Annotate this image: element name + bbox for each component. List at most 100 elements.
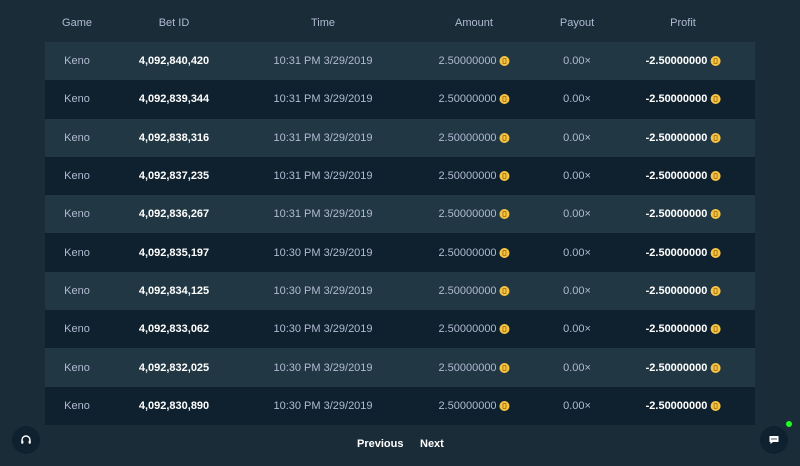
cell-bet-id[interactable]: 4,092,836,267 xyxy=(139,208,209,220)
cell-amount: 2.50000000 xyxy=(438,208,510,221)
cell-profit: -2.50000000 xyxy=(646,285,721,297)
next-page-button[interactable]: Next xyxy=(420,438,444,450)
table-row: Keno 4,092,838,316 10:31 PM 3/29/2019 2.500… xyxy=(45,118,755,157)
cell-profit: -2.50000000 xyxy=(646,93,721,105)
cell-bet-id-text[interactable]: 4,092,834,125 xyxy=(139,285,209,297)
cell-bet-id[interactable]: 4,092,830,890 xyxy=(139,400,209,412)
cell-bet-id-text[interactable]: 4,092,832,025 xyxy=(139,362,209,374)
cell-profit: -2.50000000 xyxy=(646,208,721,220)
table-row: Keno 4,092,834,125 10:30 PM 3/29/2019 2.500… xyxy=(45,271,755,311)
cell-time-text: 10:31 PM 3/29/2019 xyxy=(273,170,373,183)
cell-time-text: 10:31 PM 3/29/2019 xyxy=(273,55,373,68)
cell-bet-id[interactable]: 4,092,838,316 xyxy=(139,132,209,144)
header-profit: Profit xyxy=(670,17,696,29)
cell-payout-text: 0.00× xyxy=(563,284,591,297)
coin-icon xyxy=(499,209,510,220)
cell-bet-id-text[interactable]: 4,092,838,316 xyxy=(139,132,209,144)
cell-amount: 2.50000000 xyxy=(438,323,510,335)
header-time: Time xyxy=(310,17,336,29)
cell-game: Keno xyxy=(64,362,90,374)
table-row: Keno 4,092,830,890 10:30 PM 3/29/2019 2.500… xyxy=(45,386,755,425)
coin-icon xyxy=(499,171,510,182)
cell-profit: -2.50000000 xyxy=(646,362,721,374)
coin-icon xyxy=(710,247,721,258)
cell-bet-id-text[interactable]: 4,092,833,062 xyxy=(139,323,209,335)
cell-amount: 2.50000000 xyxy=(438,93,510,105)
cell-payout: 0.00× xyxy=(563,132,591,144)
cell-profit: -2.50000000 xyxy=(646,170,721,182)
cell-game: Keno xyxy=(64,323,90,335)
cell-game: Keno xyxy=(64,285,90,297)
support-button[interactable] xyxy=(12,426,40,454)
cell-bet-id[interactable]: 4,092,837,235 xyxy=(139,170,209,182)
cell-bet-id[interactable]: 4,092,840,420 xyxy=(139,55,209,67)
cell-game-text: Keno xyxy=(64,284,90,297)
coin-icon xyxy=(710,285,721,296)
cell-bet-id-text[interactable]: 4,092,835,197 xyxy=(139,247,209,259)
table-body: Keno 4,092,840,420 10:31 PM 3/29/2019 2.500… xyxy=(45,42,755,425)
cell-amount-text: 2.50000000 xyxy=(438,208,497,221)
cell-amount: 2.50000000 xyxy=(438,247,510,259)
cell-bet-id[interactable]: 4,092,834,125 xyxy=(139,285,209,297)
coin-icon xyxy=(710,362,721,373)
table-row: Keno 4,092,839,344 10:31 PM 3/29/2019 2.500… xyxy=(45,80,755,119)
bets-page: Game Bet ID Time Amount Payout Profit Ke… xyxy=(0,0,800,466)
cell-payout-text: 0.00× xyxy=(563,208,591,221)
cell-payout: 0.00× xyxy=(563,55,591,67)
previous-page-button[interactable]: Previous xyxy=(357,438,403,450)
coin-icon xyxy=(499,247,510,258)
coin-icon xyxy=(499,362,510,373)
header-amount: Amount xyxy=(455,17,493,29)
cell-profit: -2.50000000 xyxy=(646,400,721,412)
cell-game-text: Keno xyxy=(64,170,90,183)
cell-amount: 2.50000000 xyxy=(438,285,510,297)
cell-time: 10:31 PM 3/29/2019 xyxy=(273,208,372,220)
cell-game-text: Keno xyxy=(64,93,90,106)
cell-profit-text: -2.50000000 xyxy=(645,323,708,336)
cell-payout-text: 0.00× xyxy=(563,170,591,183)
cell-bet-id-text[interactable]: 4,092,840,420 xyxy=(139,55,209,67)
chat-button[interactable] xyxy=(760,426,788,454)
cell-bet-id[interactable]: 4,092,839,344 xyxy=(139,93,209,105)
cell-amount: 2.50000000 xyxy=(438,170,510,182)
cell-time-text: 10:30 PM 3/29/2019 xyxy=(273,399,373,412)
cell-time-text: 10:30 PM 3/29/2019 xyxy=(273,361,373,374)
cell-amount: 2.50000000 xyxy=(438,132,510,144)
cell-time-text: 10:30 PM 3/29/2019 xyxy=(273,323,373,336)
cell-bet-id[interactable]: 4,092,832,025 xyxy=(139,362,209,374)
table-row: Keno 4,092,833,062 10:30 PM 3/29/2019 2.500… xyxy=(45,310,755,349)
cell-bet-id[interactable]: 4,092,835,197 xyxy=(139,247,209,259)
cell-time-text: 10:31 PM 3/29/2019 xyxy=(273,93,373,106)
cell-time: 10:30 PM 3/29/2019 xyxy=(273,247,372,259)
coin-icon xyxy=(710,324,721,335)
cell-amount-text: 2.50000000 xyxy=(438,399,497,412)
cell-profit-text: -2.50000000 xyxy=(645,246,708,259)
table-header: Game Bet ID Time Amount Payout Profit xyxy=(45,0,755,46)
coin-icon xyxy=(499,285,510,296)
cell-bet-id-text[interactable]: 4,092,837,235 xyxy=(139,170,209,182)
coin-icon xyxy=(710,94,721,105)
cell-payout: 0.00× xyxy=(563,285,591,297)
cell-payout: 0.00× xyxy=(563,362,591,374)
cell-profit-text: -2.50000000 xyxy=(645,284,708,297)
cell-game-text: Keno xyxy=(64,399,90,412)
coin-icon xyxy=(710,56,721,67)
cell-time: 10:30 PM 3/29/2019 xyxy=(273,285,372,297)
cell-time: 10:31 PM 3/29/2019 xyxy=(273,93,372,105)
cell-game: Keno xyxy=(64,55,90,67)
cell-bet-id[interactable]: 4,092,833,062 xyxy=(139,323,209,335)
cell-game: Keno xyxy=(64,208,90,220)
cell-time: 10:30 PM 3/29/2019 xyxy=(273,362,372,374)
cell-payout-text: 0.00× xyxy=(563,131,591,144)
table-row: Keno 4,092,836,267 10:31 PM 3/29/2019 2.500… xyxy=(45,195,755,234)
cell-bet-id-text[interactable]: 4,092,830,890 xyxy=(139,400,209,412)
cell-payout: 0.00× xyxy=(563,247,591,259)
cell-time-text: 10:30 PM 3/29/2019 xyxy=(273,246,373,259)
cell-amount-text: 2.50000000 xyxy=(438,361,497,374)
cell-time-text: 10:31 PM 3/29/2019 xyxy=(273,208,373,221)
cell-bet-id-text[interactable]: 4,092,836,267 xyxy=(139,208,209,220)
cell-profit: -2.50000000 xyxy=(646,55,721,67)
cell-bet-id-text[interactable]: 4,092,839,344 xyxy=(139,93,209,105)
table-row: Keno 4,092,835,197 10:30 PM 3/29/2019 2.500… xyxy=(45,233,755,272)
cell-game: Keno xyxy=(64,247,90,259)
